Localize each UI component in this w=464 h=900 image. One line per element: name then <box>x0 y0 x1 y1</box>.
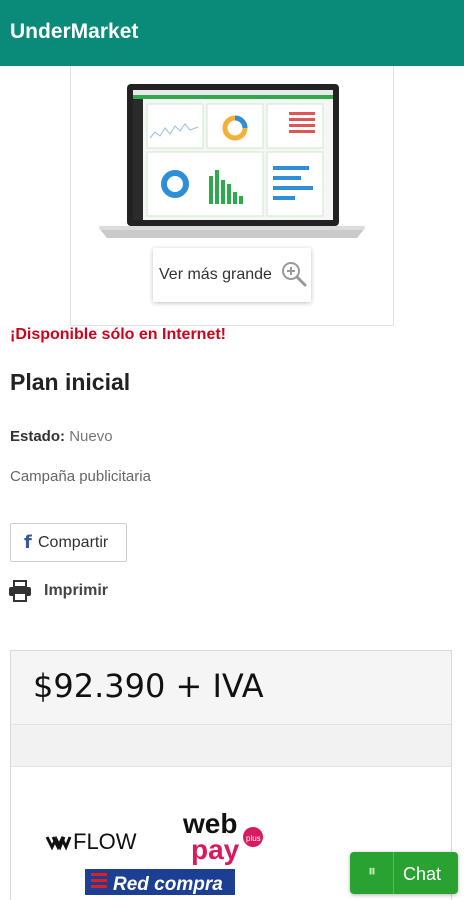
price-divider-band <box>11 725 451 767</box>
product-category: Campaña publicitaria <box>10 468 151 485</box>
webpay-pay-text: pay <box>191 834 240 865</box>
chat-label: Chat <box>403 864 442 884</box>
share-button[interactable]: f Compartir <box>10 523 127 562</box>
payment-logos: FLOW web pay plus Red compra <box>45 808 263 895</box>
drag-handle-icon: ⏸ <box>368 863 377 880</box>
facebook-icon: f <box>24 532 32 553</box>
product-title: Plan inicial <box>10 369 131 395</box>
print-label: Imprimir <box>44 582 109 599</box>
flow-logo-text: FLOW <box>73 829 137 854</box>
share-label: Compartir <box>38 534 109 551</box>
chat-button[interactable]: ⏸ Chat <box>350 852 458 894</box>
status-value: Nuevo <box>69 428 113 445</box>
webpay-plus-text: plus <box>246 834 261 843</box>
product-image-card[interactable]: Ver más grande <box>70 66 394 326</box>
status-label: Estado: <box>10 428 66 445</box>
product-status: Estado: Nuevo <box>10 428 113 445</box>
availability-notice: ¡Disponible sólo en Internet! <box>10 326 227 343</box>
app-bar: UnderMarket <box>0 0 464 66</box>
zoom-image-button[interactable]: Ver más grande <box>153 248 311 302</box>
zoom-image-label: Ver más grande <box>159 266 272 283</box>
app-title: UnderMarket <box>10 20 139 43</box>
print-button[interactable]: Imprimir <box>8 578 118 604</box>
product-laptop-image[interactable] <box>99 84 365 240</box>
price-header: $92.390 + IVA <box>11 651 451 725</box>
webpay-logo: web pay plus <box>182 808 263 865</box>
redcompra-text: Red compra <box>113 874 223 895</box>
chat-drag-handle[interactable]: ⏸ <box>350 852 394 894</box>
printer-icon <box>9 580 31 602</box>
redcompra-logo: Red compra <box>85 869 235 895</box>
flow-logo: FLOW <box>45 829 137 854</box>
magnifier-plus-icon <box>282 262 307 287</box>
price-value: $92.390 + IVA <box>33 667 264 705</box>
